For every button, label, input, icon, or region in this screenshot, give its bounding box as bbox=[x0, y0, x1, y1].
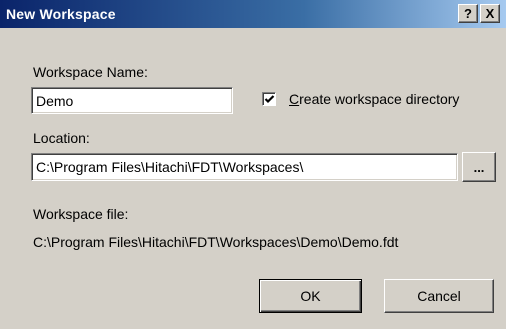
ok-button[interactable]: OK bbox=[259, 279, 362, 313]
location-value: C:\Program Files\Hitachi\FDT\Workspaces\ bbox=[36, 159, 304, 175]
workspace-file-label: Workspace file: bbox=[33, 206, 129, 222]
background-edge bbox=[506, 0, 513, 329]
title-bar[interactable]: New Workspace ? X bbox=[0, 0, 506, 28]
check-icon bbox=[264, 95, 275, 104]
create-directory-mnemonic: C bbox=[289, 91, 300, 107]
cancel-button[interactable]: Cancel bbox=[384, 279, 494, 313]
help-button[interactable]: ? bbox=[458, 4, 478, 23]
workspace-name-input[interactable]: Demo bbox=[31, 87, 233, 114]
new-workspace-dialog: New Workspace ? X Workspace Name: Demo C… bbox=[0, 0, 506, 329]
close-button[interactable]: X bbox=[480, 4, 500, 23]
workspace-file-path: C:\Program Files\Hitachi\FDT\Workspaces\… bbox=[33, 234, 399, 250]
create-directory-checkbox[interactable] bbox=[262, 92, 276, 106]
dialog-title: New Workspace bbox=[6, 6, 116, 22]
create-directory-label-text: reate workspace directory bbox=[299, 91, 460, 107]
location-input[interactable]: C:\Program Files\Hitachi\FDT\Workspaces\ bbox=[31, 153, 458, 181]
workspace-name-label: Workspace Name: bbox=[33, 64, 148, 80]
location-label: Location: bbox=[33, 130, 90, 146]
create-directory-label[interactable]: Create workspace directory bbox=[289, 91, 459, 107]
browse-button[interactable]: ... bbox=[462, 152, 496, 182]
workspace-name-value: Demo bbox=[36, 92, 74, 109]
